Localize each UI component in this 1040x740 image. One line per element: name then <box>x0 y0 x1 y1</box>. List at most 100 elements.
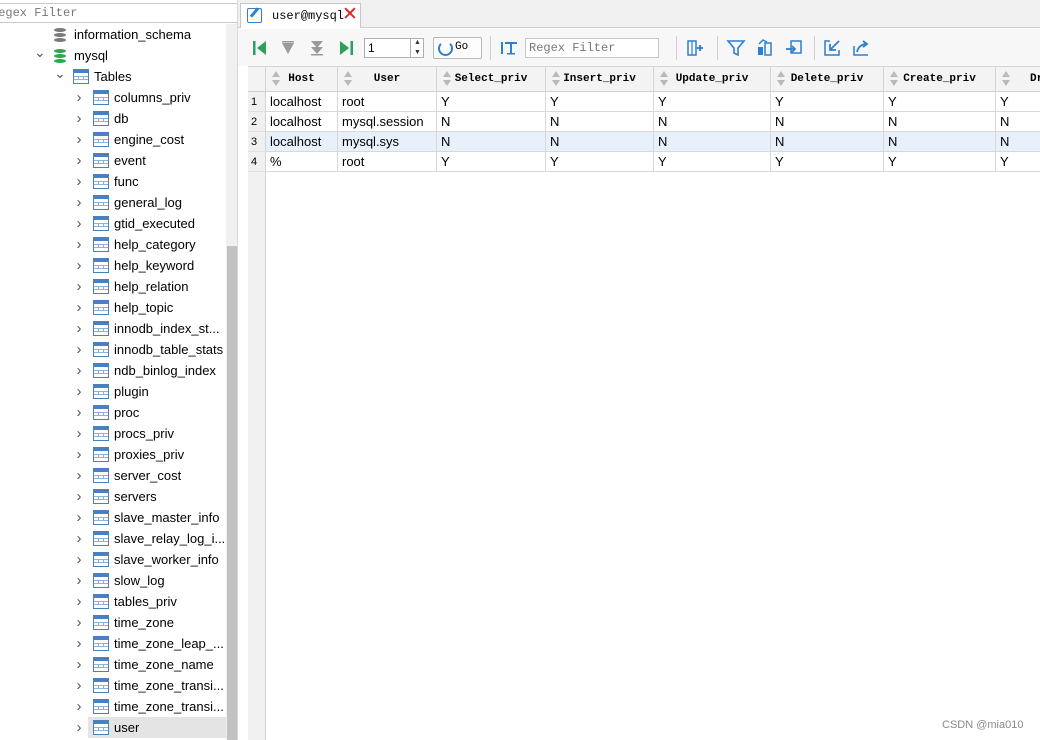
tree-item-table[interactable]: › columns_priv <box>0 87 226 108</box>
filter-icon[interactable] <box>726 38 746 58</box>
chevron-right-icon[interactable]: › <box>74 528 84 549</box>
row-number[interactable]: 3 <box>248 132 266 152</box>
table-cell[interactable]: N <box>884 112 996 132</box>
tree-item-table[interactable]: › func <box>0 171 226 192</box>
tree-item-table[interactable]: › time_zone_name <box>0 654 226 675</box>
grid-corner[interactable] <box>248 66 266 92</box>
chevron-right-icon[interactable]: › <box>74 255 84 276</box>
chevron-right-icon[interactable]: › <box>74 444 84 465</box>
chevron-down-icon[interactable]: ⌄ <box>34 45 46 66</box>
tree-item-table[interactable]: › time_zone <box>0 612 226 633</box>
column-header[interactable]: Update_priv <box>654 66 771 92</box>
tree-item-table[interactable]: › user <box>77 717 226 738</box>
column-header[interactable]: Host <box>266 66 338 92</box>
close-icon[interactable]: ✕ <box>342 5 358 25</box>
table-cell[interactable]: root <box>338 152 437 172</box>
chevron-right-icon[interactable]: › <box>74 507 84 528</box>
sort-arrows-icon[interactable] <box>777 71 785 87</box>
chevron-right-icon[interactable]: › <box>74 108 84 129</box>
chevron-right-icon[interactable]: › <box>74 297 84 318</box>
table-cell[interactable]: localhost <box>266 112 338 132</box>
column-header[interactable]: Select_priv <box>437 66 546 92</box>
tree-item-table[interactable]: › general_log <box>0 192 226 213</box>
chevron-right-icon[interactable]: › <box>74 486 84 507</box>
chevron-right-icon[interactable]: › <box>74 381 84 402</box>
tree-item-table[interactable]: › time_zone_transi... <box>0 696 226 717</box>
chevron-right-icon[interactable]: › <box>74 339 84 360</box>
chevron-right-icon[interactable]: › <box>74 591 84 612</box>
tree-item-table[interactable]: › proc <box>0 402 226 423</box>
chevron-right-icon[interactable]: › <box>74 549 84 570</box>
spin-up-icon[interactable]: ▲ <box>411 38 424 48</box>
tree-item-database[interactable]: information_schema <box>0 24 226 45</box>
export-icon[interactable] <box>784 38 804 58</box>
chevron-right-icon[interactable]: › <box>74 192 84 213</box>
chevron-right-icon[interactable]: › <box>74 717 84 738</box>
chevron-right-icon[interactable]: › <box>74 150 84 171</box>
table-cell[interactable]: mysql.session <box>338 112 437 132</box>
tree-item-table[interactable]: › slow_log <box>0 570 226 591</box>
table-cell[interactable]: Y <box>546 152 654 172</box>
table-cell[interactable]: % <box>266 152 338 172</box>
sort-icon[interactable] <box>755 38 775 58</box>
table-cell[interactable]: Y <box>654 152 771 172</box>
table-cell[interactable]: N <box>996 132 1040 152</box>
tree-item-table[interactable]: › procs_priv <box>0 423 226 444</box>
chevron-right-icon[interactable]: › <box>74 360 84 381</box>
table-cell[interactable]: Y <box>437 92 546 112</box>
table-row[interactable]: 2 localhost mysql.session N N N N N N <box>248 112 1040 132</box>
chevron-right-icon[interactable]: › <box>74 171 84 192</box>
table-cell[interactable]: Y <box>996 92 1040 112</box>
table-cell[interactable]: Y <box>884 92 996 112</box>
tree-item-table[interactable]: › time_zone_leap_... <box>0 633 226 654</box>
tree-item-table[interactable]: › innodb_index_st... <box>0 318 226 339</box>
sidebar-filter-input[interactable]: Regex Filter <box>0 3 237 23</box>
table-row[interactable]: 3 localhost mysql.sys N N N N N N <box>248 132 1040 152</box>
tree-item-table[interactable]: › ndb_binlog_index <box>0 360 226 381</box>
sidebar-scroll-thumb[interactable] <box>227 246 237 740</box>
table-cell[interactable]: N <box>884 132 996 152</box>
tab-user-mysql[interactable]: user@mysql ✕ <box>240 3 361 28</box>
tree-item-table[interactable]: › proxies_priv <box>0 444 226 465</box>
chevron-right-icon[interactable]: › <box>74 570 84 591</box>
tree-item-table[interactable]: › slave_relay_log_i... <box>0 528 226 549</box>
go-button[interactable]: Go <box>433 37 482 59</box>
chevron-right-icon[interactable]: › <box>74 423 84 444</box>
sort-arrows-icon[interactable] <box>552 71 560 87</box>
chevron-down-icon[interactable]: ⌄ <box>54 66 66 87</box>
table-cell[interactable]: mysql.sys <box>338 132 437 152</box>
first-page-icon[interactable] <box>250 38 270 58</box>
chevron-right-icon[interactable]: › <box>74 87 84 108</box>
tree-item-table[interactable]: › help_keyword <box>0 255 226 276</box>
filter-text-icon[interactable] <box>499 38 519 58</box>
table-cell[interactable]: localhost <box>266 92 338 112</box>
sort-arrows-icon[interactable] <box>443 71 451 87</box>
sort-arrows-icon[interactable] <box>344 71 352 87</box>
tree-item-database[interactable]: ⌄ mysql <box>0 45 226 66</box>
row-number[interactable]: 4 <box>248 152 266 172</box>
column-header[interactable]: Delete_priv <box>771 66 884 92</box>
regex-filter-input[interactable]: Regex Filter <box>525 38 659 58</box>
sort-arrows-icon[interactable] <box>272 71 280 87</box>
table-cell[interactable]: N <box>437 112 546 132</box>
column-header[interactable]: Dr <box>996 66 1040 92</box>
chevron-right-icon[interactable]: › <box>74 318 84 339</box>
table-cell[interactable]: N <box>771 112 884 132</box>
tree-item-table[interactable]: › plugin <box>0 381 226 402</box>
table-cell[interactable]: Y <box>437 152 546 172</box>
tree-item-table[interactable]: › server_cost <box>0 465 226 486</box>
table-cell[interactable]: N <box>654 112 771 132</box>
table-cell[interactable]: Y <box>546 92 654 112</box>
tree-item-table[interactable]: › slave_master_info <box>0 507 226 528</box>
tree-item-table[interactable]: › db <box>0 108 226 129</box>
add-column-icon[interactable] <box>685 38 705 58</box>
tree-item-table[interactable]: › gtid_executed <box>0 213 226 234</box>
tree-item-table[interactable]: › time_zone_transi... <box>0 675 226 696</box>
chevron-right-icon[interactable]: › <box>74 129 84 150</box>
table-cell[interactable]: Y <box>771 152 884 172</box>
tree-item-folder[interactable]: ⌄ Tables <box>0 66 226 87</box>
table-cell[interactable]: N <box>546 132 654 152</box>
page-spinner[interactable]: ▲ ▼ <box>410 38 424 58</box>
last-page-icon[interactable] <box>336 38 356 58</box>
chevron-right-icon[interactable]: › <box>74 654 84 675</box>
